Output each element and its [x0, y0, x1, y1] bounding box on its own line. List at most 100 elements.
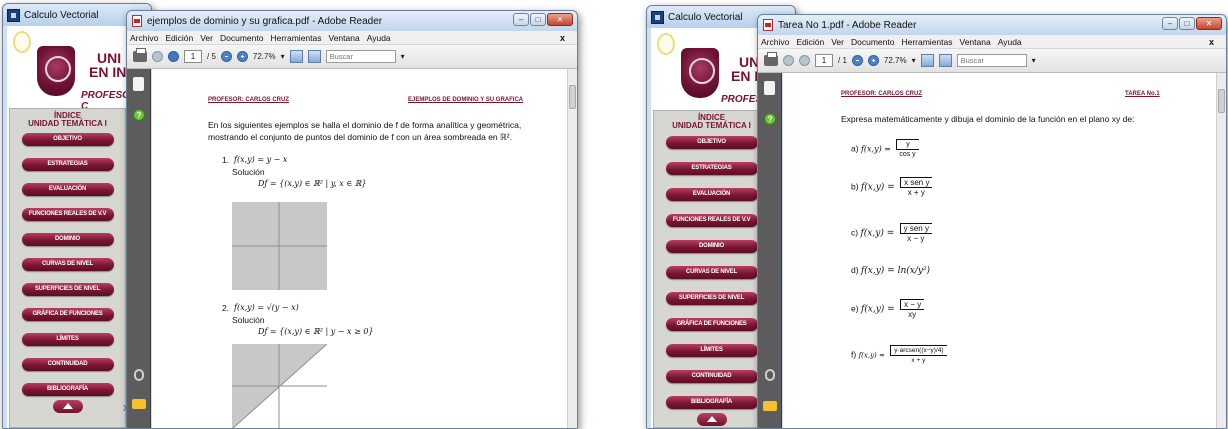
- ipn-emblem-icon: [37, 46, 75, 96]
- menu-archivo[interactable]: Archivo: [761, 37, 789, 47]
- print-icon[interactable]: [764, 52, 778, 66]
- menu-dominio-button[interactable]: DOMINIO: [21, 233, 114, 246]
- menu-ver[interactable]: Ver: [200, 33, 213, 43]
- example-1-solution: Solución: [232, 167, 265, 177]
- menu-bibliografia-button[interactable]: BIBLIOGRAFÍA: [665, 396, 758, 409]
- item-b-label: b): [851, 181, 859, 192]
- adobe-reader-window-2: Tarea No 1.pdf - Adobe Reader – □ ✕ Arch…: [757, 14, 1227, 429]
- pages-icon[interactable]: [764, 81, 775, 95]
- item-c-denominator: x − y: [907, 234, 925, 243]
- fit-page-icon[interactable]: [289, 50, 303, 63]
- zoom-select[interactable]: 72.7%: [884, 56, 907, 65]
- menu-evaluacion-button[interactable]: EVALUACIÓN: [665, 188, 758, 201]
- zoom-dropdown-icon[interactable]: ▾: [281, 52, 285, 61]
- reader-menubar: Archivo Edición Ver Documento Herramient…: [127, 31, 577, 45]
- example-2-graph: [232, 344, 327, 428]
- vertical-scrollbar[interactable]: [567, 69, 577, 428]
- menu-curvas-button[interactable]: CURVAS DE NIVEL: [665, 266, 758, 279]
- attachment-icon[interactable]: [765, 369, 775, 381]
- menu-ver[interactable]: Ver: [831, 37, 844, 47]
- home-button[interactable]: [52, 400, 83, 413]
- menu-limites-button[interactable]: LÍMITES: [21, 333, 114, 346]
- search-dropdown-icon[interactable]: ▾: [1032, 56, 1036, 65]
- reader-titlebar[interactable]: ejemplos de dominio y su grafica.pdf - A…: [127, 11, 577, 31]
- comment-icon[interactable]: [763, 401, 777, 411]
- zoom-in-icon[interactable]: [236, 51, 248, 62]
- scrollbar-thumb[interactable]: [1218, 89, 1225, 113]
- search-dropdown-icon[interactable]: ▾: [401, 52, 405, 61]
- previous-page-icon[interactable]: [152, 51, 163, 62]
- minimize-button[interactable]: –: [1162, 17, 1178, 30]
- menu-grafica-button[interactable]: GRÁFICA DE FUNCIONES: [21, 308, 114, 321]
- menu-continuidad-button[interactable]: CONTINUIDAD: [21, 358, 114, 371]
- menu-edicion[interactable]: Edición: [165, 33, 193, 43]
- next-page-icon[interactable]: [168, 51, 179, 62]
- zoom-out-icon[interactable]: [220, 51, 232, 62]
- menu-objetivo-button[interactable]: OBJETIVO: [21, 133, 114, 146]
- minimize-button[interactable]: –: [513, 13, 529, 26]
- vertical-scrollbar[interactable]: [1216, 73, 1226, 428]
- menu-herramientas[interactable]: Herramientas: [270, 33, 321, 43]
- menu-estrategias-button[interactable]: ESTRATEGIAS: [21, 158, 114, 171]
- help-icon[interactable]: ?: [764, 113, 776, 125]
- search-input[interactable]: [956, 54, 1027, 67]
- menu-bibliografia-button[interactable]: BIBLIOGRAFÍA: [21, 383, 114, 396]
- close-document-icon[interactable]: x: [1209, 37, 1214, 47]
- item-a-label: a): [851, 143, 859, 154]
- scrollbar-thumb[interactable]: [569, 85, 576, 109]
- previous-page-icon[interactable]: [783, 55, 794, 66]
- search-input[interactable]: [325, 50, 396, 63]
- maximize-button[interactable]: □: [530, 13, 546, 26]
- close-document-icon[interactable]: x: [560, 33, 565, 43]
- item-f-label: f): [851, 349, 857, 360]
- menu-curvas-button[interactable]: CURVAS DE NIVEL: [21, 258, 114, 271]
- attachment-icon[interactable]: [134, 369, 144, 381]
- reader-title: ejemplos de dominio y su grafica.pdf - A…: [147, 15, 383, 27]
- menu-limites-button[interactable]: LÍMITES: [665, 344, 758, 357]
- fit-width-icon[interactable]: [938, 54, 952, 67]
- zoom-dropdown-icon[interactable]: ▾: [912, 56, 916, 65]
- menu-evaluacion-button[interactable]: EVALUACIÓN: [21, 183, 114, 196]
- navigation-sidebar: ?: [758, 73, 782, 428]
- menu-objetivo-button[interactable]: OBJETIVO: [665, 136, 758, 149]
- zoom-out-icon[interactable]: [851, 55, 863, 66]
- menu-documento[interactable]: Documento: [851, 37, 894, 47]
- menu-superficies-button[interactable]: SUPERFICIES DE NIVEL: [665, 292, 758, 305]
- item-f-denominator: x + y: [911, 357, 926, 364]
- comment-icon[interactable]: [132, 399, 146, 409]
- menu-dominio-button[interactable]: DOMINIO: [665, 240, 758, 253]
- menu-funciones-button[interactable]: FUNCIONES REALES DE V.V: [665, 214, 758, 227]
- close-button[interactable]: ✕: [1196, 17, 1222, 30]
- menu-ventana[interactable]: Ventana: [329, 33, 360, 43]
- next-page-icon[interactable]: [799, 55, 810, 66]
- reader-titlebar[interactable]: Tarea No 1.pdf - Adobe Reader – □ ✕: [758, 15, 1226, 35]
- menu-estrategias-button[interactable]: ESTRATEGIAS: [665, 162, 758, 175]
- item-b-numerator: x sen y: [900, 177, 933, 188]
- menu-grafica-button[interactable]: GRÁFICA DE FUNCIONES: [665, 318, 758, 331]
- menu-documento[interactable]: Documento: [220, 33, 263, 43]
- menu-edicion[interactable]: Edición: [796, 37, 824, 47]
- page-number-input[interactable]: 1: [815, 54, 833, 67]
- index-menu: ÍNDICE UNIDAD TEMÁTICA I OBJETIVO ESTRAT…: [653, 110, 770, 428]
- page-number-input[interactable]: 1: [184, 50, 202, 63]
- maximize-button[interactable]: □: [1179, 17, 1195, 30]
- menu-herramientas[interactable]: Herramientas: [901, 37, 952, 47]
- menu-ayuda[interactable]: Ayuda: [367, 33, 391, 43]
- help-icon[interactable]: ?: [133, 109, 145, 121]
- menu-superficies-button[interactable]: SUPERFICIES DE NIVEL: [21, 283, 114, 296]
- item-e-denominator: xy: [908, 310, 917, 319]
- close-button[interactable]: ✕: [547, 13, 573, 26]
- menu-ayuda[interactable]: Ayuda: [998, 37, 1022, 47]
- zoom-select[interactable]: 72.7%: [253, 52, 276, 61]
- pages-icon[interactable]: [133, 77, 144, 91]
- home-button[interactable]: [696, 413, 727, 426]
- index-menu: ÍNDICE UNIDAD TEMÁTICA I OBJETIVO ESTRAT…: [9, 108, 126, 428]
- print-icon[interactable]: [133, 48, 147, 62]
- menu-ventana[interactable]: Ventana: [960, 37, 991, 47]
- fit-page-icon[interactable]: [920, 54, 934, 67]
- menu-funciones-button[interactable]: FUNCIONES REALES DE V.V: [21, 208, 114, 221]
- zoom-in-icon[interactable]: [867, 55, 879, 66]
- fit-width-icon[interactable]: [307, 50, 321, 63]
- menu-continuidad-button[interactable]: CONTINUIDAD: [665, 370, 758, 383]
- menu-archivo[interactable]: Archivo: [130, 33, 158, 43]
